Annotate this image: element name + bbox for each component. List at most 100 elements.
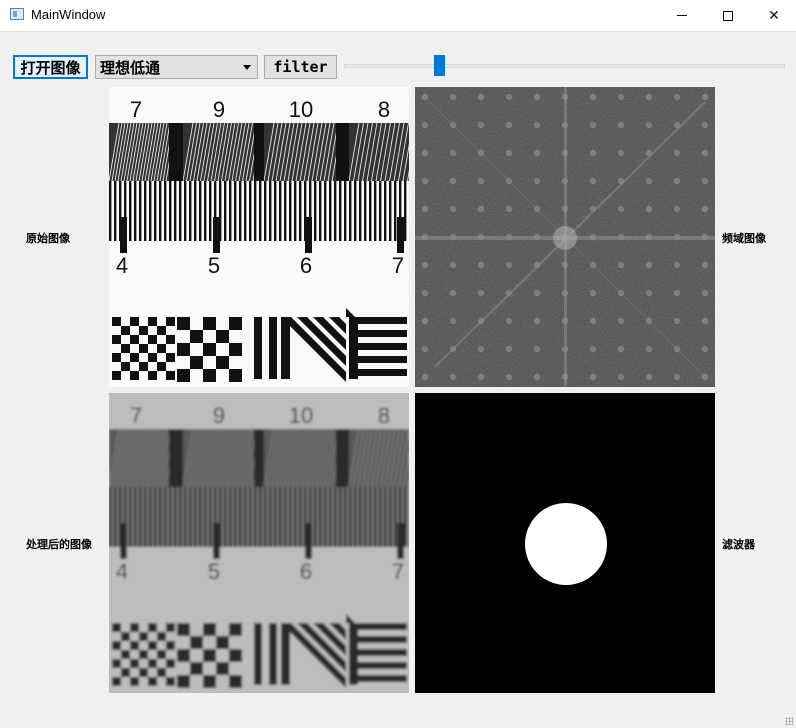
- spectrum-peak: [589, 373, 597, 381]
- checker-large-cell: [229, 317, 242, 330]
- checker-small-cell: [121, 632, 130, 641]
- checker-small-cell: [112, 317, 121, 326]
- spectrum-peak: [645, 205, 653, 213]
- close-button[interactable]: ✕: [751, 0, 796, 31]
- grating-bar: [274, 181, 277, 241]
- grating-bar: [334, 181, 337, 241]
- checker-small-cell: [130, 659, 139, 668]
- spectrum-peak: [533, 373, 541, 381]
- minimize-button[interactable]: [659, 0, 705, 31]
- block-separator: [254, 123, 264, 181]
- grating-bar: [139, 181, 142, 241]
- checker-large-cell: [177, 649, 190, 662]
- spectrum-peak: [449, 149, 457, 157]
- bottom-number-label: 7: [392, 559, 404, 584]
- spectrum-peak: [533, 93, 541, 101]
- block-separator: [336, 123, 349, 181]
- grating-bar: [339, 181, 342, 241]
- spectrum-peak: [477, 289, 485, 297]
- grating-bar: [239, 487, 242, 547]
- checker-large-cell: [190, 330, 203, 343]
- grating-bar: [204, 181, 207, 241]
- filter-type-select[interactable]: 理想低通: [95, 55, 258, 79]
- spectrum-peak: [533, 317, 541, 325]
- grating-bar: [159, 181, 162, 241]
- checker-large-cell: [229, 623, 242, 636]
- spectrum-peak: [421, 121, 429, 129]
- radius-slider-handle[interactable]: [434, 55, 446, 76]
- grating-bar: [164, 181, 167, 241]
- checker-small-cell: [130, 353, 139, 362]
- checker-small-cell: [130, 335, 139, 344]
- grating-bar: [169, 181, 172, 241]
- grating-bar: [264, 181, 267, 241]
- checker-small-cell: [157, 632, 166, 641]
- spectrum-peak: [589, 93, 597, 101]
- spectrum-peak: [449, 261, 457, 269]
- processed-test-pattern: 7 9 10 8 4 5 6 7: [109, 393, 409, 693]
- grating-bar: [329, 487, 332, 547]
- spectrum-peak: [673, 93, 681, 101]
- tick-mark: [305, 217, 312, 253]
- spectrum-peak: [477, 345, 485, 353]
- grating-bar: [324, 181, 327, 241]
- maximize-icon: [723, 10, 733, 21]
- grating-bar: [374, 487, 377, 547]
- spectrum-peak: [701, 205, 709, 213]
- checker-small-cell: [148, 371, 157, 380]
- horizontal-edge-bar: [349, 317, 358, 379]
- checker-large-cell: [216, 356, 229, 369]
- test-pattern-group: 7 9 10 8 4 5 6 7: [109, 393, 409, 693]
- bottom-number-label: 6: [300, 559, 312, 584]
- grating-bar: [184, 487, 187, 547]
- grating-bar: [164, 487, 167, 547]
- grating-bar: [189, 487, 192, 547]
- spectrum-peak: [421, 317, 429, 325]
- spectrum-peak: [589, 345, 597, 353]
- checker-small-cell: [166, 353, 175, 362]
- spectrum-peak: [505, 93, 513, 101]
- maximize-button[interactable]: [705, 0, 751, 31]
- grating-bar: [179, 181, 182, 241]
- checker-large-cell: [203, 649, 216, 662]
- tick-mark: [397, 217, 404, 253]
- spectrum-peak: [421, 149, 429, 157]
- grating-bar: [379, 487, 382, 547]
- vertical-stripe: [254, 623, 262, 685]
- resize-grip[interactable]: [785, 717, 793, 725]
- grating-bar: [344, 487, 347, 547]
- open-image-button[interactable]: 打开图像: [13, 55, 88, 79]
- grating-bar: [294, 487, 297, 547]
- spectrum-dc-center: [553, 226, 577, 250]
- chevron-down-icon: [243, 65, 251, 70]
- checker-small-cell: [166, 335, 175, 344]
- checker-large-cell: [190, 356, 203, 369]
- grating-bar: [259, 487, 262, 547]
- grating-bar: [279, 181, 282, 241]
- filter-label: 滤波器: [722, 538, 755, 551]
- spectrum-peak: [673, 261, 681, 269]
- spectrum-peak: [617, 93, 625, 101]
- filter-button[interactable]: filter: [264, 55, 337, 79]
- spectrum-peak: [505, 261, 513, 269]
- top-number-label: 10: [289, 97, 313, 122]
- grating-bar: [364, 181, 367, 241]
- radius-slider-track[interactable]: [344, 64, 785, 68]
- grating-bar: [384, 487, 387, 547]
- checker-small-cell: [112, 335, 121, 344]
- grating-bar: [134, 181, 137, 241]
- spectrum-peak: [645, 345, 653, 353]
- grating-bar: [204, 487, 207, 547]
- grating-bar: [299, 181, 302, 241]
- grating-bar: [229, 487, 232, 547]
- grating-bar: [244, 487, 247, 547]
- checker-small-cell: [139, 362, 148, 371]
- checker-small-cell: [139, 650, 148, 659]
- grating-bar: [149, 181, 152, 241]
- grating-bar: [199, 181, 202, 241]
- grating-bar: [319, 487, 322, 547]
- diagonal-edge-bar: [281, 623, 290, 685]
- grating-bar: [144, 181, 147, 241]
- grating-bar: [149, 487, 152, 547]
- grating-bar: [334, 487, 337, 547]
